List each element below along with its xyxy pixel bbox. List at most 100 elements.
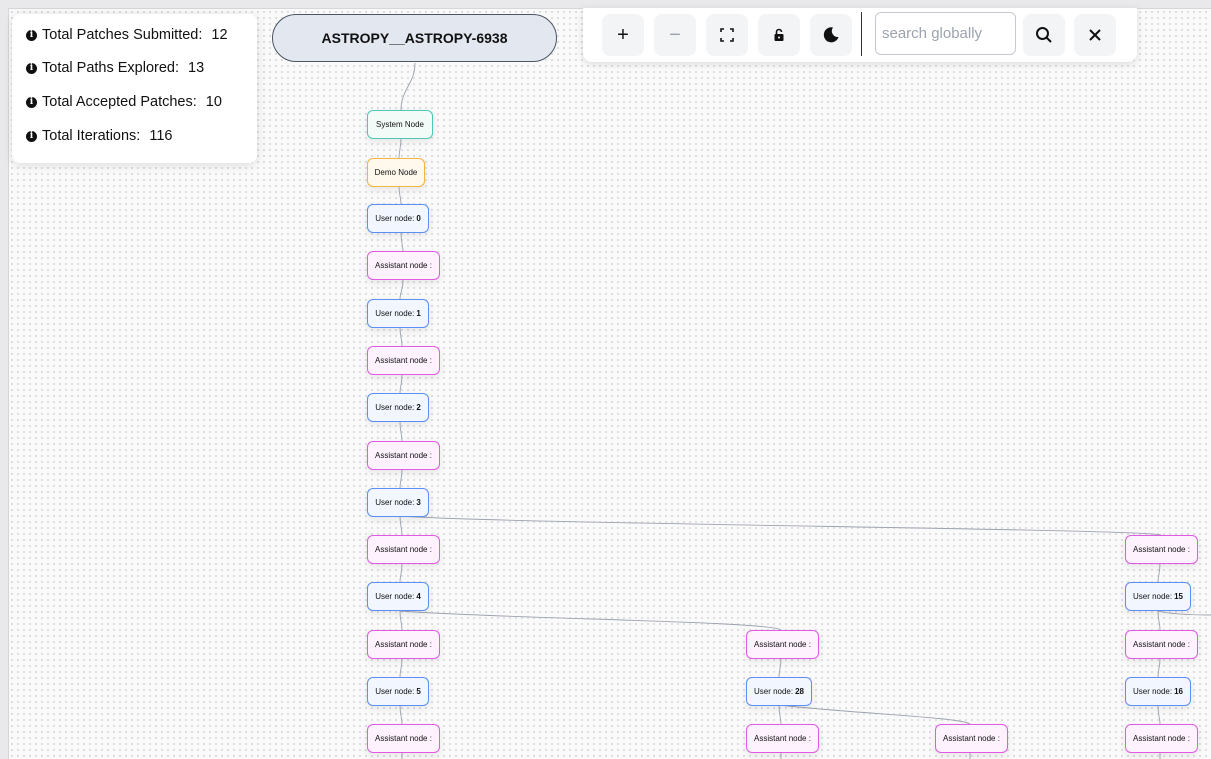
- user-node-15[interactable]: User node: 15: [1125, 582, 1191, 611]
- user-node-4[interactable]: User node: 4: [367, 582, 429, 611]
- fit-view-icon: [720, 28, 734, 42]
- node-id: 5: [416, 687, 421, 696]
- edge: [399, 562, 403, 583]
- search-button[interactable]: [1023, 14, 1065, 56]
- user-node-5[interactable]: User node: 5: [367, 677, 429, 706]
- node-label: Assistant node :: [375, 734, 432, 743]
- user-node-3[interactable]: User node: 3: [367, 488, 429, 517]
- edge: [399, 657, 403, 678]
- node-label: Assistant node :: [375, 545, 432, 554]
- assistant-node[interactable]: Assistant node :: [1125, 535, 1198, 564]
- stat-value: 116: [149, 128, 173, 144]
- node-label: Assistant node :: [754, 734, 811, 743]
- node-label: User node:: [375, 309, 415, 318]
- edge: [399, 421, 403, 442]
- edge: [399, 610, 403, 631]
- stats-panel: i Total Patches Submitted: 12 i Total Pa…: [12, 14, 257, 163]
- info-icon[interactable]: i: [26, 130, 37, 142]
- node-label: User node:: [375, 214, 415, 223]
- system-node[interactable]: System Node: [367, 110, 433, 139]
- node-label: System Node: [375, 120, 425, 129]
- edge: [1157, 610, 1211, 616]
- stat-paths-explored: i Total Paths Explored: 13: [26, 60, 204, 76]
- zoom-in-button[interactable]: +: [602, 14, 644, 56]
- unlock-icon: [774, 28, 784, 41]
- node-label: Assistant node :: [375, 451, 432, 460]
- close-button[interactable]: [1074, 14, 1116, 56]
- node-id: 0: [416, 214, 421, 223]
- edge: [399, 326, 403, 347]
- search-icon: [1036, 27, 1052, 43]
- node-label: Assistant node :: [1133, 640, 1190, 649]
- info-icon[interactable]: i: [26, 29, 37, 41]
- assistant-node[interactable]: Assistant node :: [367, 251, 440, 280]
- zoom-out-button[interactable]: −: [654, 14, 696, 56]
- minus-icon: −: [669, 23, 681, 46]
- assistant-node[interactable]: Assistant node :: [935, 724, 1008, 753]
- node-label: Assistant node :: [375, 261, 432, 270]
- assistant-node[interactable]: Assistant node :: [1125, 630, 1198, 659]
- assistant-node[interactable]: Assistant node :: [746, 630, 819, 659]
- node-id: 3: [416, 498, 421, 507]
- edge: [1157, 610, 1161, 631]
- node-id: 15: [1174, 592, 1184, 601]
- stat-total-iterations: i Total Iterations: 116: [26, 128, 172, 144]
- edge: [400, 62, 416, 111]
- user-node-28[interactable]: User node: 28: [746, 677, 812, 706]
- stat-patches-submitted: i Total Patches Submitted: 12: [26, 27, 228, 43]
- stat-label: Total Iterations:: [42, 128, 141, 144]
- node-label: User node:: [375, 592, 415, 601]
- node-label: Assistant node :: [1133, 545, 1190, 554]
- info-icon[interactable]: i: [26, 62, 37, 74]
- edge: [778, 704, 971, 725]
- edge: [399, 373, 403, 394]
- assistant-node[interactable]: Assistant node :: [367, 346, 440, 375]
- stat-value: 10: [205, 94, 222, 110]
- node-id: 28: [795, 687, 805, 696]
- edge: [399, 468, 403, 489]
- node-id: 2: [416, 403, 421, 412]
- node-label: Assistant node :: [1133, 734, 1190, 743]
- edge: [398, 185, 402, 205]
- assistant-node[interactable]: Assistant node :: [367, 724, 440, 753]
- assistant-node[interactable]: Assistant node :: [1125, 724, 1198, 753]
- edge: [400, 232, 404, 252]
- user-node-0[interactable]: User node: 0: [367, 204, 429, 233]
- user-node-2[interactable]: User node: 2: [367, 393, 429, 422]
- node-label: User node:: [375, 687, 415, 696]
- info-icon[interactable]: i: [26, 96, 37, 108]
- stat-value: 13: [188, 60, 205, 76]
- toolbar: + −: [583, 8, 1137, 62]
- node-id: 4: [416, 592, 421, 601]
- search-input[interactable]: [875, 12, 1016, 55]
- node-id: 1: [416, 309, 421, 318]
- node-label: User node:: [1132, 687, 1173, 696]
- edge: [398, 137, 402, 159]
- stat-label: Total Accepted Patches:: [42, 94, 197, 110]
- user-node-16[interactable]: User node: 16: [1125, 677, 1191, 706]
- node-label: Assistant node :: [943, 734, 1000, 743]
- edge: [778, 657, 782, 678]
- stat-value: 12: [211, 27, 228, 43]
- fit-view-button[interactable]: [706, 14, 748, 56]
- theme-toggle-button[interactable]: [810, 14, 852, 56]
- node-label: Assistant node :: [375, 356, 432, 365]
- node-label: User node:: [375, 403, 415, 412]
- edge: [399, 610, 782, 631]
- node-label: User node:: [375, 498, 415, 507]
- edge: [1157, 562, 1161, 583]
- root-node[interactable]: ASTROPY__ASTROPY-6938: [272, 14, 557, 62]
- close-icon: [1089, 29, 1101, 41]
- lock-button[interactable]: [758, 14, 800, 56]
- node-label: Assistant node :: [375, 640, 432, 649]
- demo-node[interactable]: Demo Node: [367, 158, 425, 187]
- assistant-node[interactable]: Assistant node :: [367, 630, 440, 659]
- assistant-node[interactable]: Assistant node :: [367, 535, 440, 564]
- assistant-node[interactable]: Assistant node :: [746, 724, 819, 753]
- node-label: Demo Node: [374, 168, 418, 177]
- user-node-1[interactable]: User node: 1: [367, 299, 429, 328]
- stat-accepted-patches: i Total Accepted Patches: 10: [26, 94, 222, 110]
- edge: [1157, 657, 1161, 678]
- edge: [778, 704, 782, 725]
- assistant-node[interactable]: Assistant node :: [367, 441, 440, 470]
